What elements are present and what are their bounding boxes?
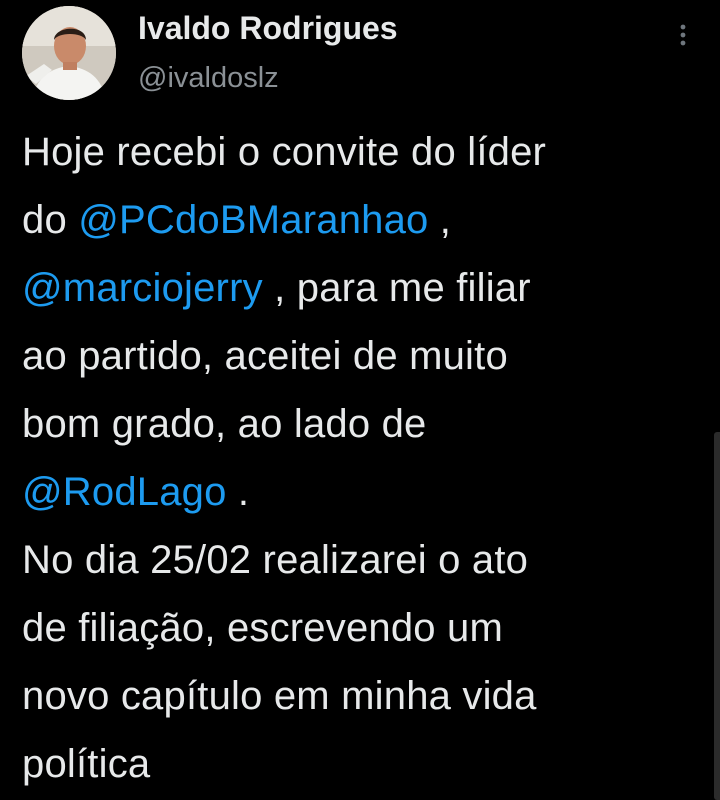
tweet-line: de filiação, escrevendo um [22, 594, 706, 662]
author-handle[interactable]: @ivaldoslz [138, 62, 279, 95]
tweet-text: Hoje recebi o convite do líder do @PCdoBM… [22, 118, 706, 798]
more-vertical-icon [680, 24, 686, 46]
tweet-card: Ivaldo Rodrigues @ivaldoslz Hoje recebi … [0, 0, 720, 800]
tweet-text-segment: , para me filiar [262, 266, 531, 310]
tweet-line: ao partido, aceitei de muito [22, 322, 706, 390]
tweet-line: do @PCdoBMaranhao , [22, 186, 706, 254]
tweet-text-segment: do [22, 198, 79, 242]
author-avatar[interactable] [22, 6, 116, 100]
tweet-text-segment: política [22, 742, 151, 786]
tweet-line: bom grado, ao lado de [22, 390, 706, 458]
author-name[interactable]: Ivaldo Rodrigues [138, 10, 398, 47]
tweet-line: @marciojerry , para me filiar [22, 254, 706, 322]
mention-link[interactable]: @marciojerry [22, 266, 263, 310]
mention-link[interactable]: @RodLago [22, 470, 227, 514]
tweet-text-segment: No dia 25/02 realizarei o ato [22, 538, 529, 582]
mention-link[interactable]: @PCdoBMaranhao [78, 198, 428, 242]
tweet-line: Hoje recebi o convite do líder [22, 118, 706, 186]
tweet-line: política [22, 730, 706, 798]
tweet-line: @RodLago . [22, 458, 706, 526]
tweet-text-segment: ao partido, aceitei de muito [22, 334, 508, 378]
tweet-text-segment: novo capítulo em minha vida [22, 674, 537, 718]
tweet-text-segment: . [226, 470, 250, 514]
scrollbar[interactable] [714, 432, 720, 800]
tweet-line: novo capítulo em minha vida [22, 662, 706, 730]
profile-photo-icon [22, 6, 116, 100]
tweet-text-segment: Hoje recebi o convite do líder [22, 130, 547, 174]
tweet-text-segment: de filiação, escrevendo um [22, 606, 504, 650]
more-options-icon[interactable] [668, 22, 698, 48]
tweet-line: No dia 25/02 realizarei o ato [22, 526, 706, 594]
tweet-text-segment: , [428, 198, 452, 242]
tweet-text-segment: bom grado, ao lado de [22, 402, 427, 446]
